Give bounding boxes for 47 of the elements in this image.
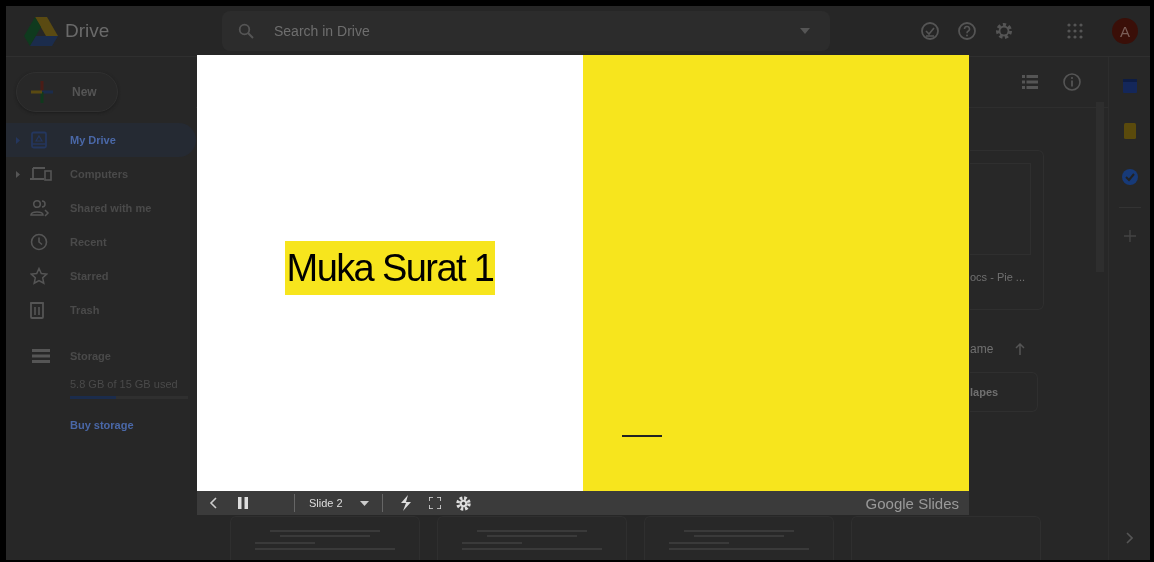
chevron-right-icon[interactable] — [1126, 532, 1133, 544]
drive-folder-icon — [30, 131, 48, 149]
sort-label[interactable]: ame — [970, 342, 994, 356]
trash-icon — [30, 301, 44, 319]
calendar-icon[interactable] — [1122, 79, 1137, 93]
folder-chip[interactable]: lapes — [970, 372, 1038, 412]
storage-icon — [32, 349, 50, 363]
computer-icon — [30, 166, 52, 182]
expand-arrow-icon[interactable] — [16, 170, 20, 178]
file-name: ocs - Pie ... — [970, 271, 1027, 283]
file-card[interactable] — [644, 516, 834, 560]
caret-icon — [359, 500, 369, 506]
settings-icon[interactable] — [454, 494, 472, 512]
nav-item[interactable]: My Drive — [6, 123, 196, 157]
add-icon[interactable] — [1123, 230, 1136, 242]
accent-line — [622, 435, 662, 437]
pause-icon[interactable] — [238, 497, 248, 509]
apps-grid-icon[interactable] — [1067, 23, 1083, 39]
slide-dropdown[interactable]: Slide 2 — [309, 497, 369, 509]
tasks-check-icon[interactable] — [1121, 169, 1138, 185]
brand-label: Google Slides — [865, 494, 959, 512]
note-icon[interactable] — [1123, 123, 1136, 139]
search-field[interactable]: Search in Drive — [272, 22, 782, 40]
file-card[interactable] — [851, 516, 1041, 560]
offline-check-icon[interactable] — [920, 21, 940, 41]
buy-storage-link[interactable]: Buy storage — [70, 419, 196, 431]
fullscreen-icon[interactable] — [428, 497, 441, 509]
clock-icon — [30, 233, 48, 251]
drive-logo-icon — [24, 16, 58, 46]
plus-icon — [31, 81, 53, 103]
people-icon — [30, 199, 50, 217]
previous-icon[interactable] — [209, 497, 217, 509]
account-avatar[interactable]: A — [1112, 18, 1138, 44]
file-card[interactable]: ocs - Pie ... — [970, 150, 1044, 310]
laser-pointer-icon[interactable] — [398, 495, 413, 511]
up-arrow-icon[interactable] — [1015, 343, 1026, 355]
caret-icon[interactable] — [800, 28, 810, 34]
search-icon — [238, 23, 254, 39]
info-icon[interactable] — [1062, 72, 1082, 92]
help-icon[interactable] — [957, 21, 977, 41]
product-name: Drive — [65, 20, 110, 42]
list-view-icon[interactable] — [1022, 75, 1038, 89]
file-card[interactable] — [230, 516, 420, 560]
expand-arrow-icon[interactable] — [16, 136, 20, 144]
search-bar[interactable]: Search in Drive — [222, 11, 830, 51]
slide-title: Muka Surat 1 — [284, 241, 496, 295]
star-icon — [30, 267, 48, 285]
